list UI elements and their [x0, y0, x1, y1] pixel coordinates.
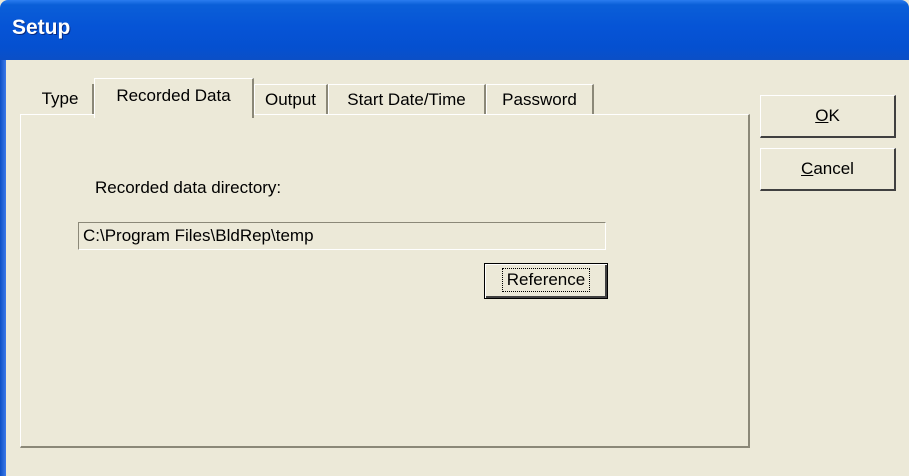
ok-button[interactable]: OK	[760, 95, 896, 138]
title-bar[interactable]: Setup	[0, 0, 909, 60]
tab-recorded-data-label: Recorded Data	[116, 86, 231, 105]
tab-start-date-time-label: Start Date/Time	[347, 90, 466, 109]
cancel-label-rest: ancel	[813, 159, 854, 178]
tab-start-date-time[interactable]: Start Date/Time	[328, 84, 486, 114]
cancel-button[interactable]: Cancel	[760, 148, 896, 191]
tab-recorded-data[interactable]: Recorded Data	[94, 78, 254, 118]
tab-type[interactable]: Type	[28, 84, 94, 114]
ok-label-rest: K	[828, 106, 840, 125]
recorded-data-directory-label: Recorded data directory:	[95, 178, 282, 197]
reference-button[interactable]: Reference	[484, 263, 608, 299]
tab-page-recorded-data	[20, 114, 750, 448]
tab-type-label: Type	[41, 89, 79, 108]
tab-password-label: Password	[502, 90, 577, 109]
tab-output-label: Output	[264, 90, 317, 109]
ok-mnemonic: O	[815, 106, 829, 125]
tab-output[interactable]: Output	[254, 84, 328, 114]
recorded-data-directory-field[interactable]: C:\Program Files\BldRep\temp	[78, 222, 606, 250]
tab-password[interactable]: Password	[486, 84, 594, 114]
window-title: Setup	[12, 16, 71, 39]
cancel-mnemonic: C	[801, 159, 814, 178]
reference-button-label: Reference	[501, 268, 591, 292]
